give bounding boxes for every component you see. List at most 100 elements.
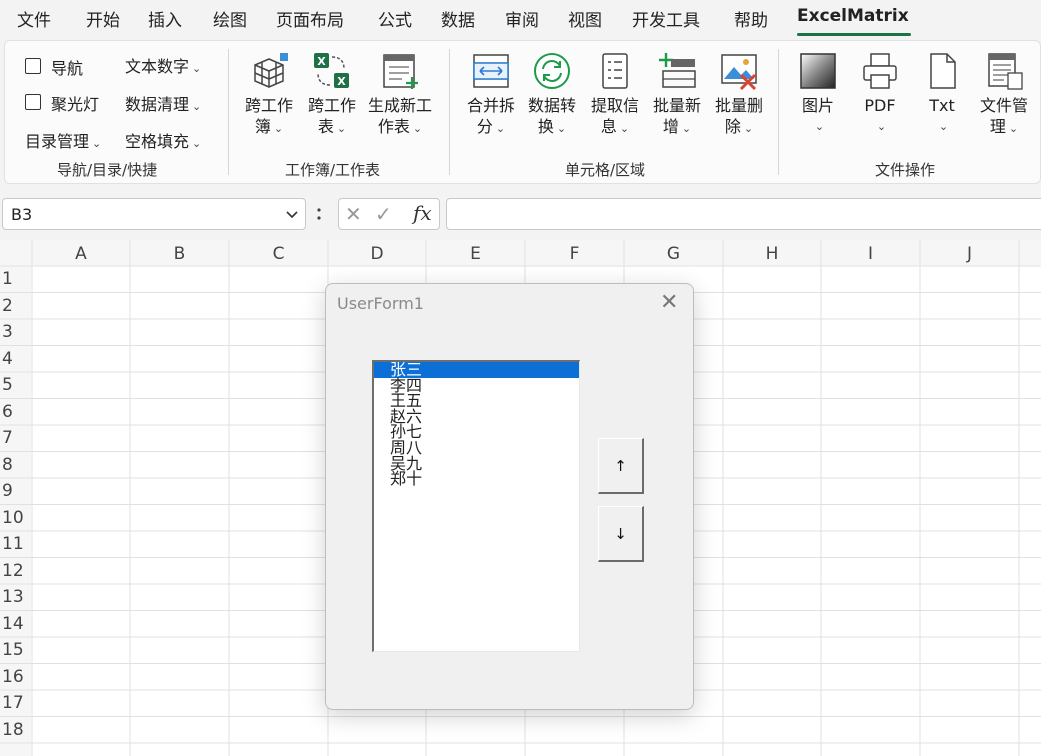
column-header-H[interactable]: H [723,240,821,266]
group-separator [778,49,779,175]
list-item[interactable]: 郑十 [374,471,579,487]
column-header-A[interactable]: A [32,240,130,266]
move-down-button[interactable]: ↓ [598,506,644,562]
chevron-down-icon: ⌄ [92,137,102,150]
merge-split-button[interactable]: 合并拆 分 ⌄ [461,51,521,139]
row-header-17[interactable]: 17 [0,693,32,713]
row-header-8[interactable]: 8 [0,455,32,475]
more-options-icon[interactable] [316,206,322,222]
row-header-7[interactable]: 7 [0,428,32,448]
chevron-down-icon[interactable] [285,209,299,221]
menu-tab-1[interactable]: 开始 [86,6,120,31]
column-header-C[interactable]: C [229,240,328,266]
group-label-files: 文件操作 [875,161,936,179]
column-header-G[interactable]: G [624,240,723,266]
menu-tab-5[interactable]: 公式 [378,6,412,31]
txt-button[interactable]: Txt ⌄ [915,51,969,137]
chevron-down-icon: ⌄ [412,122,423,135]
batch-add-button[interactable]: 批量新 增 ⌄ [647,51,707,139]
row-header-9[interactable]: 9 [0,481,32,501]
blank-fill-button[interactable]: 空格填充 ⌄ [125,128,201,152]
toc-manage-button[interactable]: 目录管理 ⌄ [25,128,101,152]
menu-tab-9[interactable]: 开发工具 [632,6,700,31]
menu-tab-10[interactable]: 帮助 [734,6,768,31]
row-header-14[interactable]: 14 [0,614,32,634]
menu-tab-6[interactable]: 数据 [441,6,475,31]
chevron-down-icon: ⌄ [192,62,202,75]
batch-add-label-1: 批量新 [652,96,701,115]
row-header-16[interactable]: 16 [0,667,32,687]
row-header-2[interactable]: 2 [0,296,32,316]
file-manage-button[interactable]: 文件管 理 ⌄ [973,51,1035,139]
dialog-title: UserForm1 [337,294,424,313]
data-convert-label-2: 换 ⌄ [537,117,567,136]
menu-tab-2[interactable]: 插入 [148,6,182,31]
chevron-down-icon: ⌄ [192,100,202,113]
merge-split-label-2: 分 ⌄ [476,117,506,136]
add-row-icon [659,53,696,88]
row-header-13[interactable]: 13 [0,587,32,607]
cross-workbook-button[interactable]: 跨工作 簿 ⌄ [239,51,299,139]
menu-bar: 文件 开始 插入 绘图 页面布局 公式 数据 审阅 视图 开发工具 帮助 ExcelMatrix [0,0,1041,38]
insert-function-icon[interactable]: fx [413,201,432,225]
name-box-value: B3 [11,205,33,224]
row-header-4[interactable]: 4 [0,349,32,369]
userform-dialog: UserForm1 ✕ 张三 李四 王五 赵六 孙七 周八 吴九 郑十 ↑ ↓ [325,283,694,710]
row-header-15[interactable]: 15 [0,640,32,660]
row-header-18[interactable]: 18 [0,720,32,740]
nav-checkbox[interactable] [25,58,41,74]
name-box[interactable]: B3 [2,198,306,230]
row-header-5[interactable]: 5 [0,375,32,395]
chevron-down-icon: ⌄ [273,122,284,135]
menu-tab-0[interactable]: 文件 [17,6,51,31]
merge-cells-icon [473,54,509,88]
row-header-1[interactable]: 1 [0,269,32,289]
chevron-down-icon: ⌄ [814,120,825,133]
group-separator [228,49,229,175]
menu-tab-4[interactable]: 页面布局 [276,6,344,31]
data-convert-button[interactable]: 数据转 换 ⌄ [522,51,582,139]
file-icon [930,53,956,89]
batch-delete-button[interactable]: 批量删 除 ⌄ [709,51,769,139]
row-header-12[interactable]: 12 [0,561,32,581]
group-label-nav: 导航/目录/快捷 [57,161,158,179]
column-header-B[interactable]: B [130,240,229,266]
menu-tab-3[interactable]: 绘图 [213,6,247,31]
pdf-button[interactable]: PDF ⌄ [853,51,907,137]
picture-button[interactable]: 图片 ⌄ [791,51,845,137]
data-clean-button[interactable]: 数据清理 ⌄ [125,91,201,115]
enter-icon[interactable]: ✓ [375,202,392,226]
group-separator [449,49,450,175]
spotlight-checkbox[interactable] [25,94,41,110]
menu-tab-11[interactable]: ExcelMatrix [797,6,909,26]
column-header-I[interactable]: I [821,240,920,266]
batch-delete-label-2: 除 ⌄ [724,117,754,136]
row-header-3[interactable]: 3 [0,322,32,342]
move-up-button[interactable]: ↑ [598,438,644,494]
column-header-E[interactable]: E [426,240,525,266]
svg-text:X: X [317,55,326,68]
formula-bar: B3 ✕ ✓ fx [0,196,1041,232]
chevron-down-icon: ⌄ [495,122,506,135]
extract-info-button[interactable]: 提取信 息 ⌄ [585,51,645,139]
column-header-D[interactable]: D [328,240,426,266]
row-header-6[interactable]: 6 [0,402,32,422]
file-list-icon [988,53,1023,90]
column-header-F[interactable]: F [525,240,624,266]
generate-sheet-label-1: 生成新工 [367,96,432,115]
column-header-J[interactable]: J [920,240,1019,266]
text-number-button[interactable]: 文本数字 ⌄ [125,53,201,77]
generate-sheet-button[interactable]: 生成新工 作表 ⌄ [363,51,437,139]
chevron-down-icon: ⌄ [336,122,347,135]
cancel-icon[interactable]: ✕ [345,202,362,226]
row-header-10[interactable]: 10 [0,508,32,528]
refresh-icon [534,53,570,89]
row-header-11[interactable]: 11 [0,534,32,554]
new-sheet-icon [383,54,418,89]
cross-worksheet-button[interactable]: X X 跨工作 表 ⌄ [302,51,362,139]
formula-input[interactable] [446,198,1041,230]
menu-tab-8[interactable]: 视图 [568,6,602,31]
close-icon[interactable]: ✕ [660,290,678,315]
menu-tab-7[interactable]: 审阅 [505,6,539,31]
name-listbox[interactable]: 张三 李四 王五 赵六 孙七 周八 吴九 郑十 [372,360,580,652]
